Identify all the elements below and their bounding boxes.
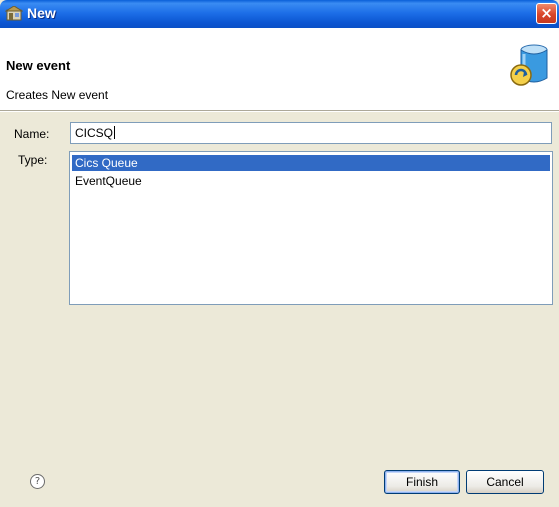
finish-button[interactable]: Finish xyxy=(384,470,460,494)
name-input[interactable]: CICSQ xyxy=(70,122,552,144)
page-title: New event xyxy=(6,58,71,73)
name-label: Name: xyxy=(14,127,50,141)
page-description: Creates New event xyxy=(6,88,109,102)
title-bar[interactable]: New × xyxy=(0,0,559,28)
close-button[interactable]: × xyxy=(536,3,557,24)
header-banner: New event Creates New event xyxy=(0,28,559,111)
window-title: New xyxy=(27,5,56,21)
help-icon: ? xyxy=(34,476,41,487)
type-list[interactable]: Cics Queue EventQueue xyxy=(69,151,553,305)
list-item-cics-queue[interactable]: Cics Queue xyxy=(72,155,550,171)
type-label: Type: xyxy=(18,153,48,167)
event-wizard-icon xyxy=(510,44,548,86)
text-caret xyxy=(114,126,116,139)
name-value: CICSQ xyxy=(75,126,114,140)
list-item-eventqueue[interactable]: EventQueue xyxy=(72,173,550,189)
new-event-dialog: New × New event Creates New event Name: … xyxy=(0,0,559,507)
footer-separator xyxy=(0,448,559,449)
banner-separator xyxy=(0,111,559,112)
help-button[interactable]: ? xyxy=(30,474,45,489)
cancel-button[interactable]: Cancel xyxy=(466,470,544,494)
close-icon: × xyxy=(540,4,553,22)
wizard-icon xyxy=(5,6,23,21)
